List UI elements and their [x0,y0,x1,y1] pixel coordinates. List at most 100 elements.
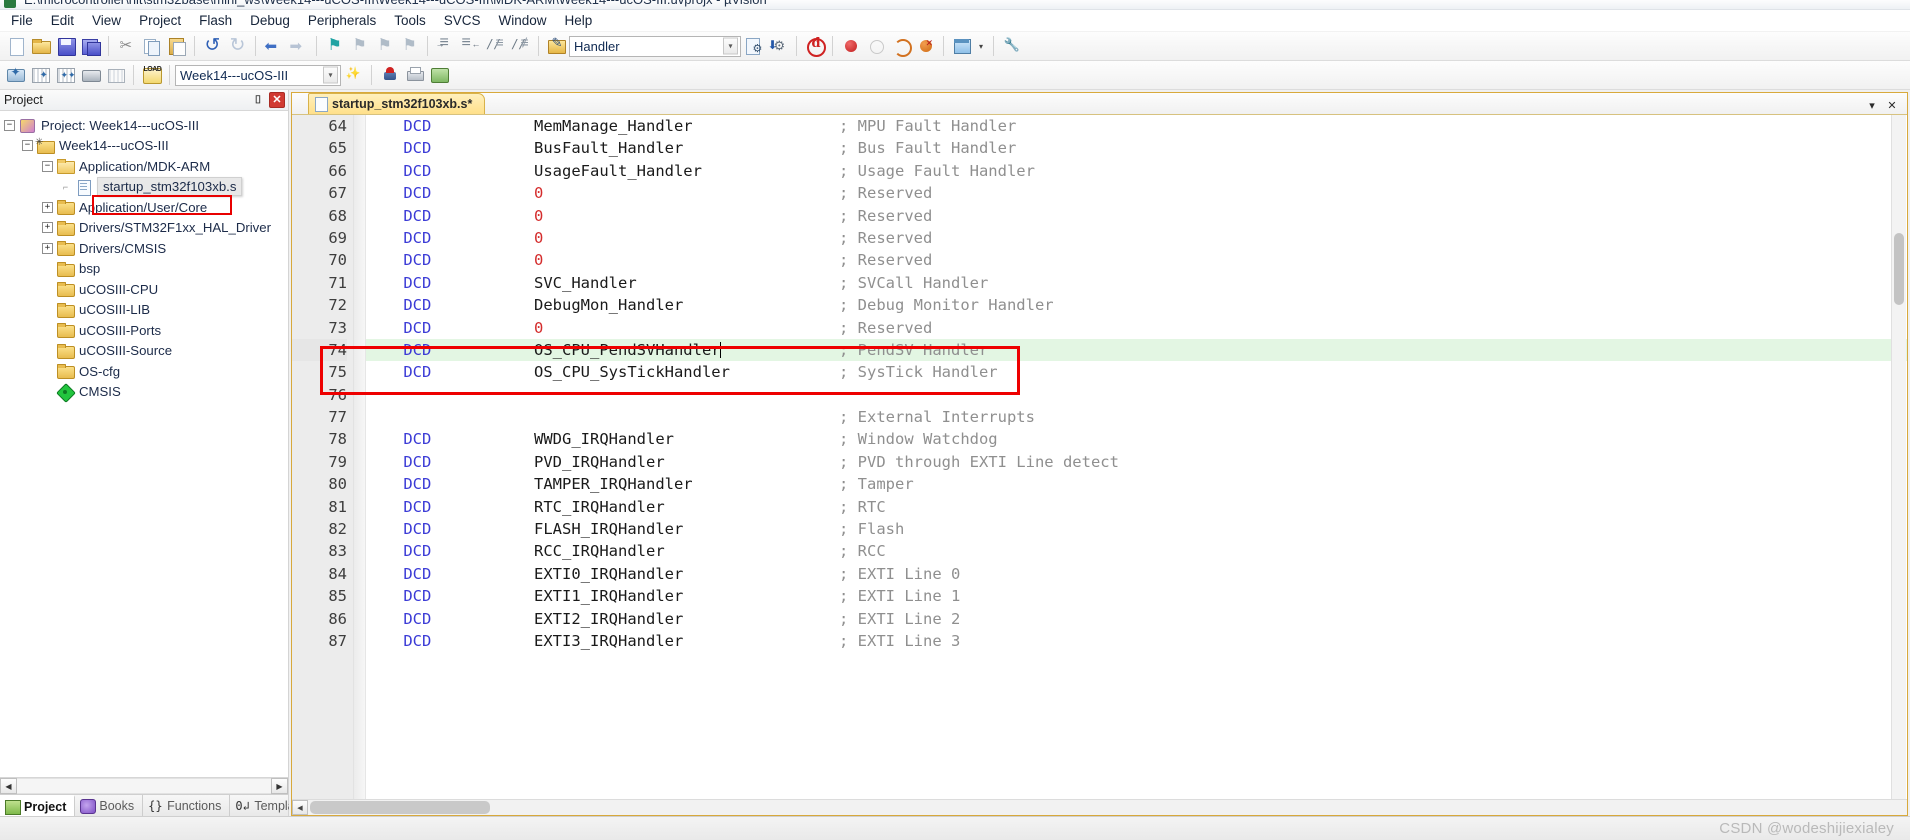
expander-icon[interactable]: − [22,140,33,152]
menu-tools[interactable]: Tools [385,11,435,30]
code-view[interactable]: 64 65 66 67 68 69 70 71 72 73 74 75 76 77 78 79 80 81 82 83… [292,115,1907,799]
scroll-track[interactable] [17,778,271,794]
code-line[interactable]: DCD 0 ; Reserved [366,249,1907,271]
scroll-left-icon[interactable]: ◀ [292,800,308,815]
source-browse-button[interactable] [741,34,766,58]
menu-file[interactable]: File [2,11,42,30]
code-lines[interactable]: DCD MemManage_Handler; MPU Fault Handler … [366,115,1907,799]
code-line[interactable]: DCD 0 ; Reserved [366,317,1907,339]
code-line[interactable]: DCD PVD_IRQHandler ; PVD through EXTI Line… [366,451,1907,473]
tab-project[interactable]: Project [0,795,76,816]
manage-run-time-env-button[interactable] [427,63,452,87]
menu-view[interactable]: View [83,11,130,30]
code-line[interactable]: DCD MemManage_Handler ; MPU Fault Handler [366,115,1907,137]
menu-edit[interactable]: Edit [42,11,83,30]
code-line[interactable]: DCD UsageFault_Handler ; Usage Fault Handl… [366,160,1907,182]
handler-combo-icon-button[interactable] [544,34,569,58]
code-line[interactable] [366,384,1907,406]
expander-icon[interactable]: + [42,222,53,234]
code-line[interactable]: DCD EXTI1_IRQHandler ; EXTI Line 1 [366,585,1907,607]
manage-windows-button[interactable] [949,34,974,58]
tree-item-startup-file[interactable]: ⌐ startup_stm32f103xb.s [0,177,288,198]
manage-windows-dropdown[interactable]: ▾ [974,34,988,58]
menu-window[interactable]: Window [489,11,555,30]
scroll-thumb[interactable] [310,801,490,814]
menu-flash[interactable]: Flash [190,11,241,30]
toggle-bookmark-button[interactable] [322,34,347,58]
insert-breakpoint-button[interactable] [838,34,863,58]
expander-icon[interactable]: + [42,242,53,254]
pack-installer-button[interactable] [402,63,427,87]
translate-file-button[interactable] [3,63,28,87]
kill-breakpoint-button[interactable] [863,34,888,58]
build-target-button[interactable] [28,63,53,87]
redo-button[interactable] [225,34,250,58]
code-line[interactable]: DCD OS_CPU_PendSVHandler ; PendSV Handler [366,338,1907,362]
previous-bookmark-button[interactable] [347,34,372,58]
code-vscrollbar[interactable] [1891,115,1906,799]
code-line[interactable]: DCD FLASH_IRQHandler ; Flash [366,518,1907,540]
code-line[interactable]: DCD RCC_IRQHandler ; RCC [366,540,1907,562]
start-debug-button[interactable] [802,34,827,58]
code-line[interactable]: DCD RTC_IRQHandler ; RTC [366,496,1907,518]
document-tab-startup[interactable]: startup_stm32f103xb.s* [308,93,486,114]
tab-functions[interactable]: {} Functions [143,795,231,816]
tree-item-application-user-core[interactable]: + Application/User/Core [0,197,288,218]
uncomment-selection-button[interactable] [508,34,535,58]
tree-item-application-mdk-arm[interactable]: − Application/MDK-ARM [0,156,288,177]
code-line[interactable]: DCD 0 ; Reserved [366,182,1907,204]
next-bookmark-button[interactable] [372,34,397,58]
project-tree-hscrollbar[interactable]: ◀ ▶ [0,777,288,794]
target-select[interactable]: Week14---ucOS-III ▾ [175,64,341,86]
code-hscrollbar[interactable]: ◀ [292,799,1907,815]
fold-margin[interactable] [354,115,366,799]
code-line[interactable]: DCD OS_CPU_SysTickHandler ; SysTick Handle… [366,361,1907,383]
clear-bookmarks-button[interactable] [397,34,422,58]
paste-button[interactable] [164,34,189,58]
tree-item-ucosiii-lib[interactable]: uCOSIII-LIB [0,300,288,321]
rebuild-all-button[interactable] [53,63,78,87]
expander-icon[interactable]: − [4,119,15,131]
tree-item-os-cfg[interactable]: OS-cfg [0,361,288,382]
navigate-backward-button[interactable] [261,34,286,58]
copy-button[interactable] [139,34,164,58]
code-line[interactable]: DCD EXTI3_IRQHandler ; EXTI Line 3 [366,630,1907,652]
new-file-button[interactable] [3,34,28,58]
tree-item-ucosiii-source[interactable]: uCOSIII-Source [0,341,288,362]
code-line[interactable]: DCD WWDG_IRQHandler ; Window Watchdog [366,428,1907,450]
code-line[interactable]: DCD 0 ; Reserved [366,227,1907,249]
comment-selection-button[interactable] [483,34,508,58]
tab-books[interactable]: Books [75,795,144,816]
code-line[interactable]: DCD 0 ; Reserved [366,205,1907,227]
batch-build-button[interactable] [78,63,103,87]
menu-peripherals[interactable]: Peripherals [299,11,385,30]
download-button[interactable] [139,63,164,87]
target-options-button[interactable] [341,63,366,87]
tree-item-bsp[interactable]: bsp [0,259,288,280]
pin-icon[interactable]: ⌷ [250,92,266,108]
tree-item-ucosiii-ports[interactable]: uCOSIII-Ports [0,320,288,341]
tree-item-drivers-cmsis[interactable]: + Drivers/CMSIS [0,238,288,259]
undo-button[interactable] [200,34,225,58]
code-line[interactable]: DCD EXTI0_IRQHandler ; EXTI Line 0 [366,563,1907,585]
scroll-left-icon[interactable]: ◀ [0,778,17,794]
menu-debug[interactable]: Debug [241,11,299,30]
code-line[interactable]: DCD DebugMon_Handler ; Debug Monitor Handl… [366,294,1907,316]
navigate-forward-button[interactable] [286,34,311,58]
indent-left-button[interactable] [458,34,483,58]
find-combo[interactable]: Handler ▾ [569,35,741,57]
code-line[interactable]: DCD TAMPER_IRQHandler ; Tamper [366,473,1907,495]
configure-button[interactable] [999,34,1024,58]
tree-item-target[interactable]: − Week14---ucOS-III [0,136,288,157]
chevron-down-icon[interactable]: ▾ [323,66,338,84]
cut-button[interactable] [114,34,139,58]
open-file-button[interactable] [28,34,53,58]
expander-icon[interactable]: − [42,160,53,172]
disable-breakpoint-button[interactable] [888,34,913,58]
expander-icon[interactable]: + [42,201,53,213]
chevron-down-icon[interactable]: ▾ [1865,99,1879,112]
stop-build-button[interactable] [103,63,128,87]
kill-all-breakpoints-button[interactable] [913,34,938,58]
tree-item-cmsis[interactable]: CMSIS [0,382,288,403]
code-line[interactable]: DCD SVC_Handler ; SVCall Handler [366,272,1907,294]
